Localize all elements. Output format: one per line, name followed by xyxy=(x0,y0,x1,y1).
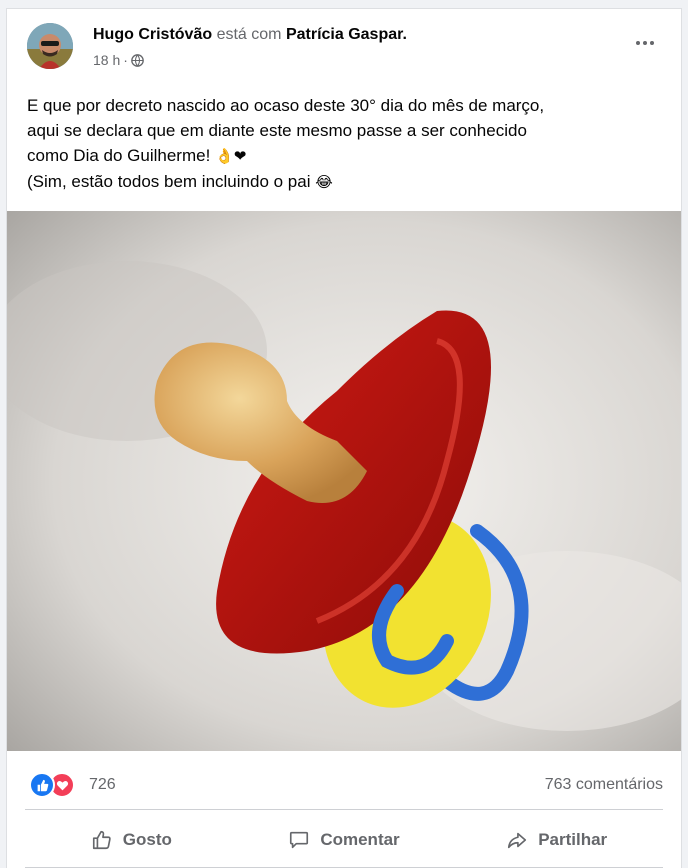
author-avatar[interactable] xyxy=(27,23,73,69)
ok-heart-emoji: 👌❤ xyxy=(215,147,247,165)
post-photo[interactable] xyxy=(7,211,681,751)
like-label: Gosto xyxy=(122,830,172,849)
dot-icon xyxy=(643,41,647,45)
post-timestamp[interactable]: 18 h xyxy=(93,52,120,68)
laughing-emoji: 😂 xyxy=(315,173,333,191)
more-options-button[interactable] xyxy=(631,33,659,53)
comment-icon xyxy=(290,831,309,849)
dot-icon xyxy=(650,41,654,45)
thumbs-up-icon xyxy=(92,830,111,850)
share-label: Partilhar xyxy=(538,830,608,849)
comment-label: Comentar xyxy=(320,830,400,849)
dot-icon xyxy=(636,41,640,45)
comment-count[interactable]: 763 comentários xyxy=(545,776,663,794)
post-text-line: E que por decreto nascido ao ocaso deste… xyxy=(27,96,545,115)
share-icon xyxy=(508,832,527,849)
with-text: está com xyxy=(216,26,282,43)
tagged-person[interactable]: Patrícia Gaspar. xyxy=(286,26,407,43)
post-header: Hugo Cristóvão está com Patrícia Gaspar.… xyxy=(7,9,681,81)
post-text-line: aqui se declara que em diante este mesmo… xyxy=(27,121,527,140)
reaction-count[interactable]: 726 xyxy=(89,776,116,794)
post-text: E que por decreto nascido ao ocaso deste… xyxy=(27,93,667,195)
author-name[interactable]: Hugo Cristóvão xyxy=(93,26,212,43)
post-meta: 18 h · xyxy=(93,52,144,68)
post-text-line: (Sim, estão todos bem incluindo o pai 😂 xyxy=(27,169,667,195)
reactions-bar: 726 763 comentários xyxy=(7,757,681,805)
action-bar: Gosto Comentar Partilhar xyxy=(25,815,663,865)
post-text-line: como Dia do Guilherme! 👌❤ xyxy=(27,143,667,169)
share-button[interactable]: Partilhar xyxy=(450,815,663,865)
author-line: Hugo Cristóvão está com Patrícia Gaspar. xyxy=(93,26,407,44)
post-card: Hugo Cristóvão está com Patrícia Gaspar.… xyxy=(6,8,682,868)
post-text-segment: (Sim, estão todos bem incluindo o pai xyxy=(27,172,311,191)
like-reaction-icon xyxy=(29,772,55,798)
comment-button[interactable]: Comentar xyxy=(238,815,451,865)
reaction-icons[interactable] xyxy=(29,772,75,798)
post-text-segment: como Dia do Guilherme! xyxy=(27,146,211,165)
divider xyxy=(25,809,663,810)
meta-separator: · xyxy=(123,52,128,68)
like-button[interactable]: Gosto xyxy=(25,815,238,865)
globe-icon[interactable] xyxy=(131,53,144,67)
